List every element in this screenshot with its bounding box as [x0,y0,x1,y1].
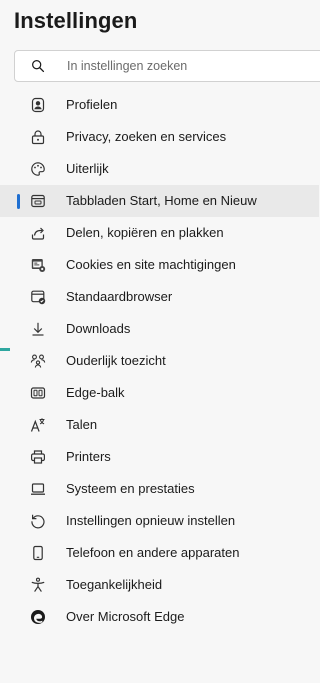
sidebar-item-label: Telefoon en andere apparaten [66,545,240,560]
sidebar-item-edge-balk[interactable]: Edge-balk [0,377,319,409]
reset-icon [30,513,46,529]
phone-icon [30,545,46,561]
sidebar-item-label: Edge-balk [66,385,125,400]
family-icon [30,353,46,369]
sidebar-item-label: Printers [66,449,111,464]
sidebar-item-delen[interactable]: Delen, kopiëren en plakken [0,217,319,249]
search-icon [31,59,45,73]
sidebar-item-label: Toegankelijkheid [66,577,163,592]
sidebar-item-label: Standaardbrowser [66,289,173,304]
sidebar-item-label: Systeem en prestaties [66,481,195,496]
sidebar-item-toegankelijkheid[interactable]: Toegankelijkheid [0,569,319,601]
sidebar-item-label: Ouderlijk toezicht [66,353,166,368]
sidebar-item-label: Uiterlijk [66,161,109,176]
laptop-icon [30,481,46,497]
sidebar-item-tabbladen[interactable]: Tabbladen Start, Home en Nieuw [0,185,319,217]
appearance-icon [30,161,46,177]
profile-icon [30,97,46,113]
sidebar-item-label: Talen [66,417,98,432]
sidebar-item-label: Profielen [66,97,118,112]
sidebar-item-profielen[interactable]: Profielen [0,89,319,121]
sidebar-item-standaardbrowser[interactable]: Standaardbrowser [0,281,319,313]
sidebar-item-downloads[interactable]: Downloads [0,313,319,345]
languages-icon [30,417,46,433]
sidebar-item-systeem[interactable]: Systeem en prestaties [0,473,319,505]
sidebar-item-label: Over Microsoft Edge [66,609,185,624]
tabs-icon [30,193,46,209]
sidebar-item-label: Privacy, zoeken en services [66,129,227,144]
sidebar-item-label: Downloads [66,321,131,336]
browser-icon [30,289,46,305]
lock-icon [30,129,46,145]
cookies-icon [30,257,46,273]
sidebar-item-cookies[interactable]: Cookies en site machtigingen [0,249,319,281]
sidebar-item-printers[interactable]: Printers [0,441,319,473]
sidebar-item-telefoon[interactable]: Telefoon en andere apparaten [0,537,319,569]
settings-sidebar: Instellingen Profielen Privacy, zoeken e… [0,0,320,683]
edge-marker [0,348,10,351]
sidebar-item-ouderlijk-toezicht[interactable]: Ouderlijk toezicht [0,345,319,377]
sidebar-item-label: Cookies en site machtigingen [66,257,236,272]
printer-icon [30,449,46,465]
accessibility-icon [30,577,46,593]
sidebar-item-label: Delen, kopiëren en plakken [66,225,224,240]
edge-bar-icon [30,385,46,401]
sidebar-item-over-edge[interactable]: Over Microsoft Edge [0,601,319,633]
sidebar-item-talen[interactable]: Talen [0,409,319,441]
sidebar-item-opnieuw-instellen[interactable]: Instellingen opnieuw instellen [0,505,319,537]
download-icon [30,321,46,337]
page-title: Instellingen [14,8,138,33]
sidebar-item-uiterlijk[interactable]: Uiterlijk [0,153,319,185]
selected-indicator [17,194,20,209]
settings-menu: Profielen Privacy, zoeken en services Ui… [0,89,319,633]
edge-logo-icon [30,609,46,625]
sidebar-item-label: Tabbladen Start, Home en Nieuw [66,193,257,208]
search-box[interactable] [14,50,320,82]
search-input[interactable] [67,51,317,81]
sidebar-item-label: Instellingen opnieuw instellen [66,513,236,528]
sidebar-item-privacy[interactable]: Privacy, zoeken en services [0,121,319,153]
share-icon [30,225,46,241]
